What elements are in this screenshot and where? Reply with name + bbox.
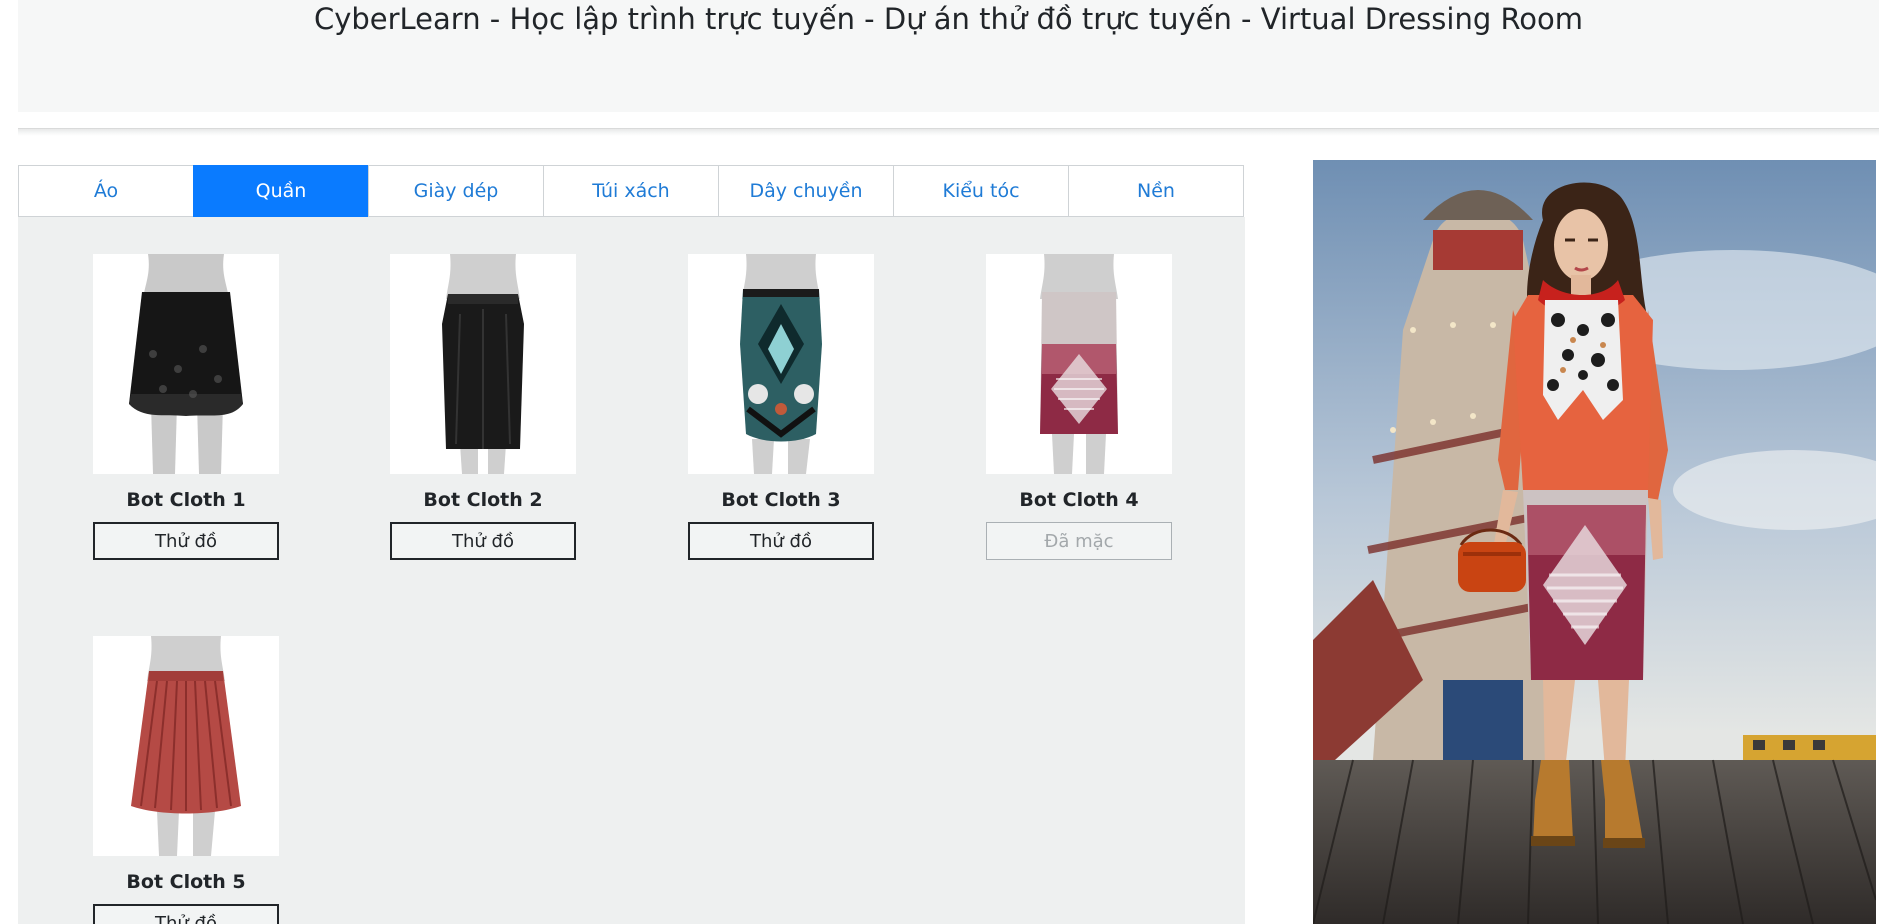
product-name: Bot Cloth 5: [126, 871, 246, 893]
product-image: [93, 254, 279, 474]
tab-tui-xach[interactable]: Túi xách: [543, 165, 718, 217]
product-card: Bot Cloth 1 Thử đồ: [93, 254, 279, 560]
printed-pencil-skirt-icon: [740, 254, 822, 474]
model-preview-image: [1313, 160, 1876, 924]
try-on-button[interactable]: Thử đồ: [688, 522, 874, 560]
product-image: [986, 254, 1172, 474]
product-name: Bot Cloth 1: [126, 489, 246, 511]
worn-button[interactable]: Đã mặc: [986, 522, 1172, 560]
tab-kieu-toc[interactable]: Kiểu tóc: [893, 165, 1068, 217]
category-tabs: Áo Quần Giày dép Túi xách Dây chuyền Kiể…: [18, 165, 1244, 217]
try-on-button[interactable]: Thử đồ: [93, 904, 279, 924]
black-lace-skirt-icon: [129, 254, 243, 474]
black-maxi-skirt-icon: [442, 254, 524, 474]
product-card: Bot Cloth 2 Thử đồ: [390, 254, 576, 560]
product-image: [93, 636, 279, 856]
model-preview: [1313, 160, 1876, 924]
header-divider: [18, 128, 1879, 136]
product-card: Bot Cloth 4 Đã mặc: [986, 254, 1172, 560]
try-on-button[interactable]: Thử đồ: [390, 522, 576, 560]
tab-ao[interactable]: Áo: [18, 165, 193, 217]
product-name: Bot Cloth 2: [423, 489, 543, 511]
red-pleated-skirt-icon: [131, 636, 241, 856]
product-name: Bot Cloth 4: [1019, 489, 1139, 511]
product-image: [390, 254, 576, 474]
tab-day-chuyen[interactable]: Dây chuyền: [718, 165, 893, 217]
pink-printed-skirt-icon: [1040, 254, 1118, 474]
product-card: Bot Cloth 5 Thử đồ: [93, 636, 279, 924]
product-image: [688, 254, 874, 474]
tab-nen[interactable]: Nền: [1068, 165, 1244, 217]
product-panel: Bot Cloth 1 Thử đồ Bot Cloth 2 Thử đồ Bo…: [18, 217, 1245, 924]
tab-quan[interactable]: Quần: [193, 165, 368, 217]
product-name: Bot Cloth 3: [721, 489, 841, 511]
page-title: CyberLearn - Học lập trình trực tuyến - …: [313, 2, 1584, 36]
try-on-button[interactable]: Thử đồ: [93, 522, 279, 560]
product-card: Bot Cloth 3 Thử đồ: [688, 254, 874, 560]
page-header: CyberLearn - Học lập trình trực tuyến - …: [18, 0, 1879, 112]
tab-giay-dep[interactable]: Giày dép: [368, 165, 543, 217]
